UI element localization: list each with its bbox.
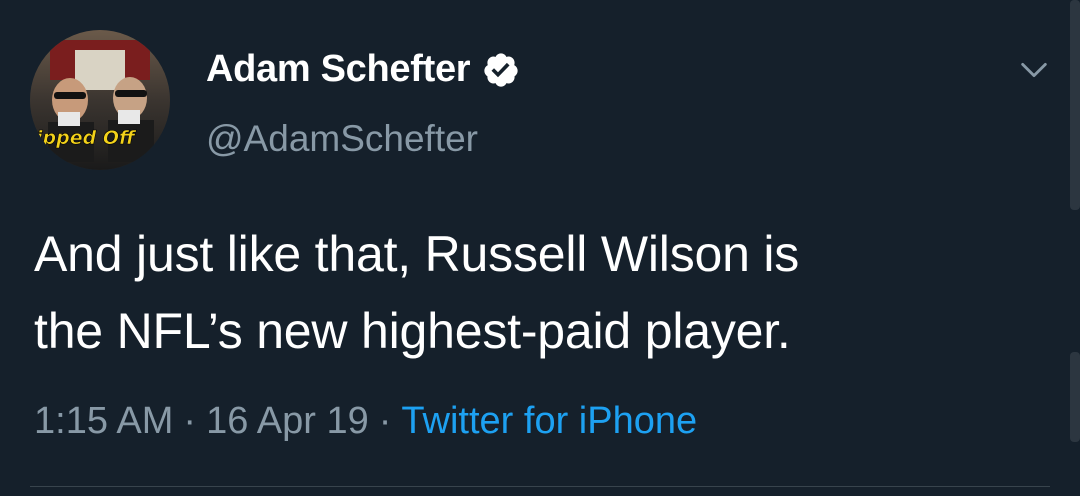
author-handle[interactable]: @AdamSchefter [206, 118, 478, 160]
chevron-down-icon [1021, 62, 1047, 78]
tweet-text-line: the NFL’s new highest-paid player. [34, 303, 791, 359]
tweet-time[interactable]: 1:15 AM [34, 400, 173, 443]
tweet-menu-button[interactable] [1014, 50, 1054, 90]
tweet-date[interactable]: 16 Apr 19 [206, 400, 369, 443]
scrollbar-thumb[interactable] [1070, 0, 1080, 210]
meta-separator: · [183, 400, 197, 442]
tweet-text-line: And just like that, Russell Wilson is [34, 226, 800, 282]
tweet-meta: 1:15 AM · 16 Apr 19 · Twitter for iPhone [34, 400, 697, 443]
scrollbar-track-segment [1070, 352, 1080, 442]
avatar-image: ipped Off [30, 30, 170, 170]
svg-text:ipped Off: ipped Off [36, 127, 137, 149]
verified-badge-icon [482, 51, 520, 89]
meta-separator: · [378, 400, 392, 442]
tweet-source-link[interactable]: Twitter for iPhone [401, 400, 697, 443]
avatar[interactable]: ipped Off [30, 30, 170, 170]
tweet-card: ipped Off Adam Schefter @AdamSchefter An… [0, 0, 1080, 496]
divider [30, 486, 1050, 487]
author-name-row[interactable]: Adam Schefter [206, 48, 520, 91]
display-name[interactable]: Adam Schefter [206, 48, 471, 91]
tweet-text: And just like that, Russell Wilson is th… [34, 216, 1054, 370]
